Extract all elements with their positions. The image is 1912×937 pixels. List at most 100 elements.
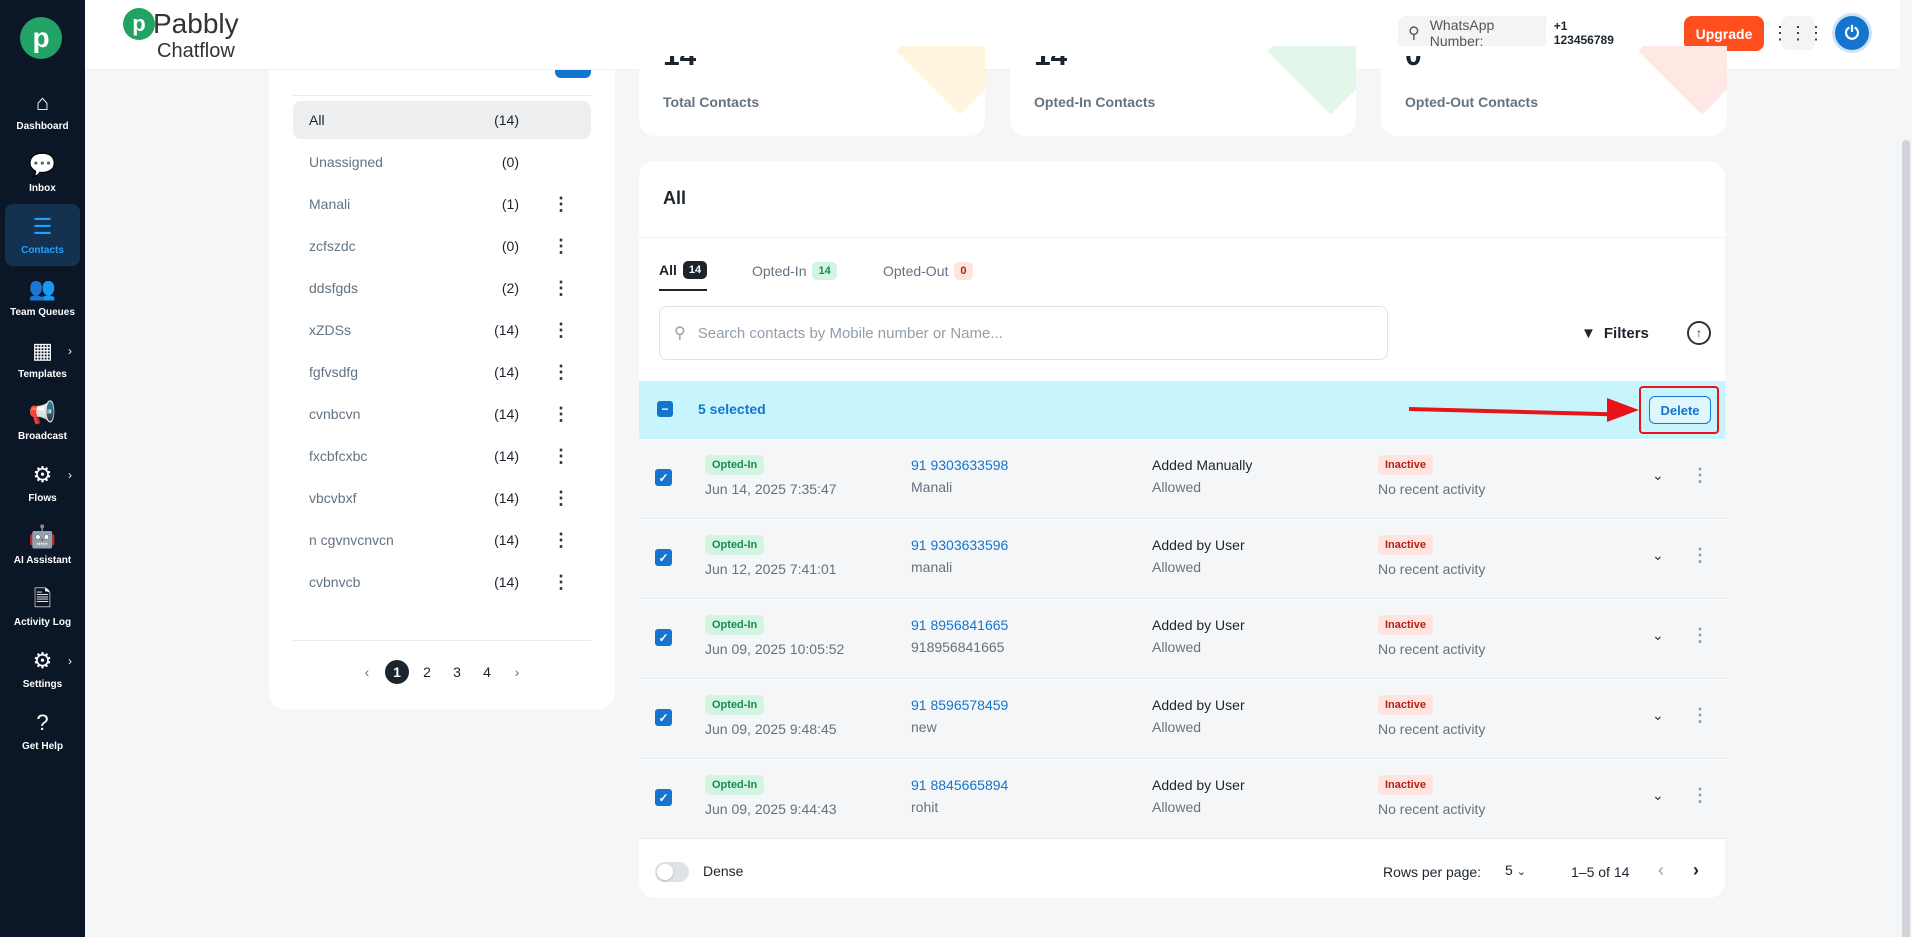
list-item[interactable]: fgfvsdfg (14) ⋮: [293, 353, 591, 391]
row-checkbox[interactable]: ✓: [655, 469, 672, 486]
scrollbar-thumb[interactable]: [1902, 140, 1910, 937]
row-checkbox[interactable]: ✓: [655, 789, 672, 806]
status-badge: Opted-In: [705, 695, 765, 715]
list-item[interactable]: cvbnvcb (14) ⋮: [293, 563, 591, 601]
sidebar-item-templates[interactable]: ▦ Templates ›: [5, 328, 80, 390]
more-vertical-icon[interactable]: ⋮: [551, 404, 571, 425]
prev-page-icon[interactable]: ‹: [355, 660, 379, 684]
sidebar-item-inbox[interactable]: 💬 Inbox: [5, 142, 80, 204]
next-page-icon[interactable]: ›: [1693, 860, 1699, 881]
sidebar-item-ai-assistant[interactable]: 🤖 AI Assistant: [5, 514, 80, 576]
more-vertical-icon[interactable]: ⋮: [1691, 545, 1709, 566]
table-row[interactable]: ✓ Opted-In Jun 09, 2025 9:48:45 91 85965…: [639, 680, 1725, 759]
list-item[interactable]: ddsfgds (2) ⋮: [293, 269, 591, 307]
more-vertical-icon[interactable]: ⋮: [551, 362, 571, 383]
more-vertical-icon[interactable]: ⋮: [551, 278, 571, 299]
sidebar-item-contacts[interactable]: ☰ Contacts: [5, 204, 80, 266]
chevron-down-icon[interactable]: ⌄: [1652, 627, 1664, 644]
more-vertical-icon[interactable]: ⋮: [551, 530, 571, 551]
more-vertical-icon[interactable]: ⋮: [551, 572, 571, 593]
selection-toolbar: − 5 selected Delete: [639, 381, 1725, 439]
stat-label: Opted-Out Contacts: [1405, 94, 1538, 110]
prev-page-icon[interactable]: ‹: [1658, 860, 1664, 881]
list-item[interactable]: Manali (1) ⋮: [293, 185, 591, 223]
whatsapp-number-selector[interactable]: ⚲ WhatsApp Number: +1 123456789: [1398, 14, 1630, 52]
page-number[interactable]: 1: [385, 660, 409, 684]
stat-label: Opted-In Contacts: [1034, 94, 1156, 110]
list-item-label: vbcvbxf: [309, 490, 357, 506]
add-list-button[interactable]: [555, 70, 591, 78]
list-item[interactable]: All (14): [293, 101, 591, 139]
search-input[interactable]: [697, 324, 1378, 342]
dense-toggle[interactable]: [655, 862, 689, 882]
row-date: Jun 09, 2025 9:44:43: [705, 801, 837, 817]
list-item-count: (1): [501, 196, 519, 212]
page-number[interactable]: 4: [475, 660, 499, 684]
row-allowed: Allowed: [1152, 639, 1202, 655]
table-row[interactable]: ✓ Opted-In Jun 09, 2025 9:44:43 91 88456…: [639, 760, 1725, 839]
row-phone-link[interactable]: 91 9303633596: [911, 537, 1008, 553]
sidebar-item-broadcast[interactable]: 📢 Broadcast: [5, 390, 80, 452]
more-vertical-icon[interactable]: ⋮: [1691, 625, 1709, 646]
tab-opted-in[interactable]: Opted-In 14: [752, 251, 837, 291]
row-phone-link[interactable]: 91 8845665894: [911, 777, 1008, 793]
more-vertical-icon[interactable]: ⋮: [551, 488, 571, 509]
more-vertical-icon[interactable]: ⋮: [551, 446, 571, 467]
export-upload-icon[interactable]: ↑: [1687, 321, 1711, 345]
row-activity: No recent activity: [1378, 641, 1486, 657]
sidebar-item-dashboard[interactable]: ⌂ Dashboard: [5, 80, 80, 142]
table-row[interactable]: ✓ Opted-In Jun 14, 2025 7:35:47 91 93036…: [639, 440, 1725, 519]
chevron-down-icon[interactable]: ⌄: [1652, 787, 1664, 804]
list-item[interactable]: Unassigned (0): [293, 143, 591, 181]
list-item[interactable]: fxcbfcxbc (14) ⋮: [293, 437, 591, 475]
select-all-checkbox[interactable]: −: [657, 401, 673, 417]
avatar[interactable]: ⏻: [1832, 13, 1872, 53]
filters-button[interactable]: ▼ Filters: [1581, 318, 1649, 348]
more-vertical-icon[interactable]: ⋮: [551, 320, 571, 341]
row-checkbox[interactable]: ✓: [655, 709, 672, 726]
more-vertical-icon[interactable]: ⋮: [1691, 465, 1709, 486]
sidebar-item-settings[interactable]: ⚙ Settings ›: [5, 638, 80, 700]
tab-all[interactable]: All 14: [659, 251, 708, 291]
more-vertical-icon[interactable]: ⋮: [551, 194, 571, 215]
row-checkbox[interactable]: ✓: [655, 629, 672, 646]
row-phone-link[interactable]: 91 8596578459: [911, 697, 1008, 713]
next-page-icon[interactable]: ›: [505, 660, 529, 684]
stat-card: 0 Opted-Out Contacts: [1381, 46, 1727, 136]
page-number[interactable]: 3: [445, 660, 469, 684]
sidebar-item-get-help[interactable]: ? Get Help: [5, 700, 80, 762]
search-box[interactable]: ⚲: [659, 306, 1388, 360]
sidebar-item-label: Dashboard: [16, 120, 69, 132]
contact-book-icon: ☰: [32, 213, 53, 239]
more-vertical-icon[interactable]: ⋮: [551, 236, 571, 257]
row-phone-link[interactable]: 91 9303633598: [911, 457, 1008, 473]
list-item[interactable]: vbcvbxf (14) ⋮: [293, 479, 591, 517]
brand-logo[interactable]: p Pabbly Chatflow: [123, 8, 239, 63]
list-item[interactable]: n cgvnvcnvcn (14) ⋮: [293, 521, 591, 559]
table-row[interactable]: ✓ Opted-In Jun 09, 2025 10:05:52 91 8956…: [639, 600, 1725, 679]
list-item[interactable]: zcfszdc (0) ⋮: [293, 227, 591, 265]
list-item-count: (14): [494, 532, 519, 548]
sidebar-item-team-queues[interactable]: 👥 Team Queues: [5, 266, 80, 328]
table-row[interactable]: ✓ Opted-In Jun 12, 2025 7:41:01 91 93036…: [639, 520, 1725, 599]
delete-button[interactable]: Delete: [1649, 396, 1711, 424]
list-item[interactable]: cvnbcvn (14) ⋮: [293, 395, 591, 433]
sidebar-item-activity-log[interactable]: 🗎 Activity Log: [5, 576, 80, 638]
page-number[interactable]: 2: [415, 660, 439, 684]
rows-per-page-select[interactable]: 5 ⌄: [1505, 862, 1526, 878]
more-vertical-icon[interactable]: ⋮: [1691, 785, 1709, 806]
tab-opted-out[interactable]: Opted-Out 0: [883, 251, 973, 291]
sidebar-item-label: Templates: [18, 368, 67, 380]
list-item[interactable]: xZDSs (14) ⋮: [293, 311, 591, 349]
filters-label: Filters: [1603, 324, 1649, 342]
more-vertical-icon[interactable]: ⋮: [1691, 705, 1709, 726]
chevron-down-icon[interactable]: ⌄: [1652, 547, 1664, 564]
row-phone-link[interactable]: 91 8956841665: [911, 617, 1008, 633]
list-item-count: (0): [501, 154, 519, 170]
pabbly-logo-icon[interactable]: p: [20, 17, 62, 59]
chevron-down-icon[interactable]: ⌄: [1652, 707, 1664, 724]
sidebar-item-flows[interactable]: ⚙ Flows ›: [5, 452, 80, 514]
chevron-down-icon[interactable]: ⌄: [1652, 467, 1664, 484]
apps-grid-icon[interactable]: ⋮⋮⋮: [1771, 16, 1825, 50]
row-checkbox[interactable]: ✓: [655, 549, 672, 566]
